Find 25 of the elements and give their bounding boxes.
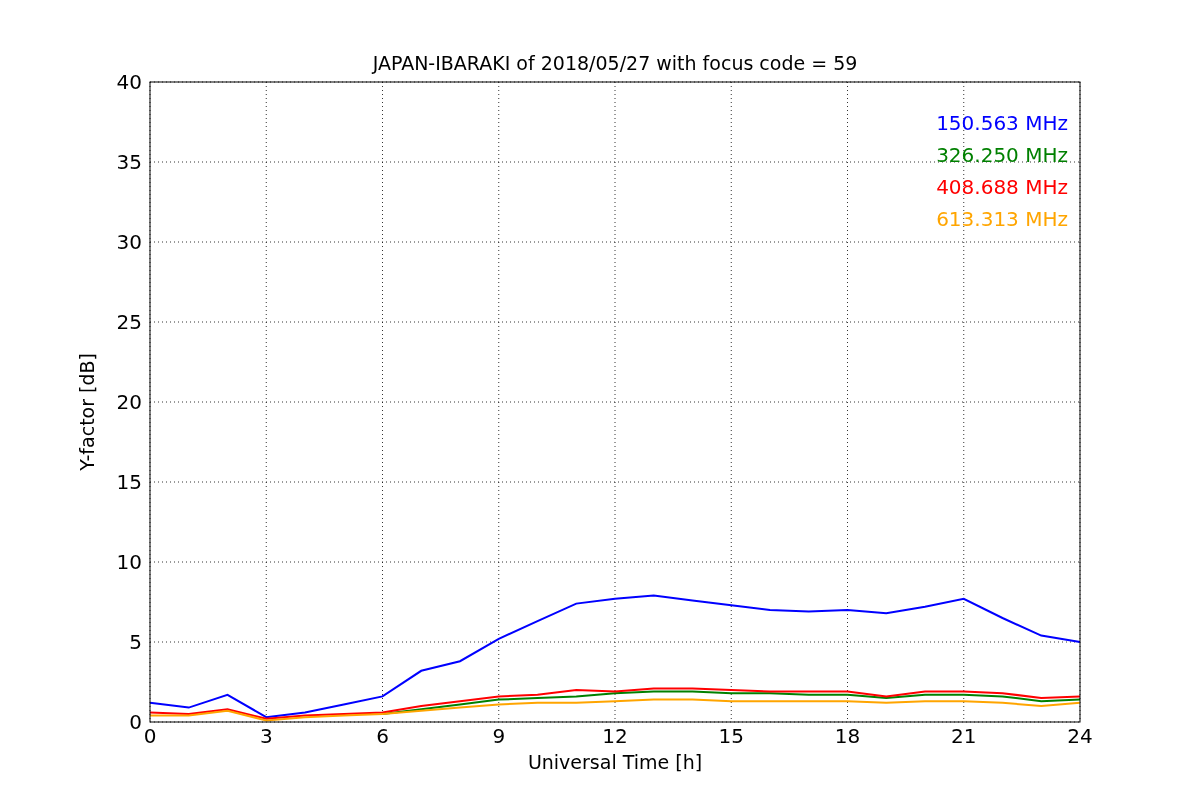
y-tick-label: 40 — [116, 72, 142, 94]
y-tick-label: 5 — [129, 630, 142, 654]
legend-label: 408.688 MHz — [936, 175, 1068, 199]
legend-label: 613.313 MHz — [936, 207, 1068, 231]
x-tick-label: 15 — [718, 724, 744, 748]
legend-label: 150.563 MHz — [936, 111, 1068, 135]
y-tick-label: 20 — [116, 390, 142, 414]
y-tick-label: 15 — [116, 470, 142, 494]
x-tick-label: 12 — [602, 724, 628, 748]
x-tick-label: 3 — [259, 724, 273, 748]
y-tick-label: 0 — [129, 710, 142, 734]
y-axis-label: Y-factor [dB] — [76, 353, 98, 471]
y-tick-label: 25 — [116, 310, 142, 334]
x-axis-label: Universal Time [h] — [526, 750, 704, 775]
legend-label: 326.250 MHz — [936, 143, 1068, 167]
x-tick-label: 6 — [376, 724, 389, 748]
chart-title: JAPAN-IBARAKI of 2018/05/27 with focus code = 59 — [370, 54, 859, 72]
x-tick-label: 0 — [143, 724, 157, 748]
x-tick-label: 24 — [1067, 724, 1093, 748]
x-tick-label: 18 — [834, 724, 861, 748]
x-tick-label: 21 — [951, 724, 977, 748]
y-tick-label: 30 — [116, 230, 142, 254]
y-tick-label: 10 — [116, 550, 142, 574]
y-tick-label: 35 — [116, 150, 142, 174]
x-tick-label: 9 — [492, 724, 506, 748]
